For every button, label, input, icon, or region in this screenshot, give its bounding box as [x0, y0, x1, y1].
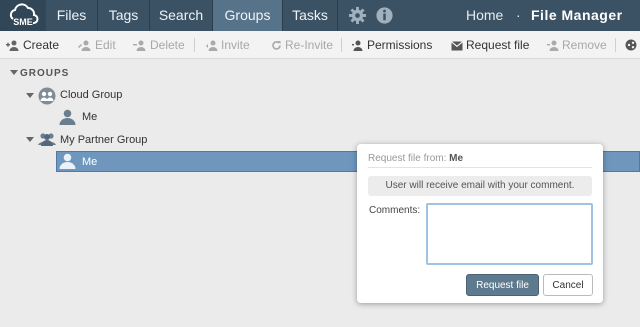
permissions-label: Permissions	[367, 38, 433, 52]
toolbar-divider	[615, 38, 616, 52]
groups-collapse-caret[interactable]	[10, 70, 18, 75]
app-title: File Manager	[531, 7, 623, 23]
reinvite-button[interactable]: Re-Invite	[271, 31, 333, 59]
permissions-icon	[352, 40, 363, 51]
request-file-button[interactable]: Request file	[451, 31, 529, 59]
title-separator: ·	[516, 7, 521, 23]
request-file-popover: Request file from: Me User will receive …	[357, 144, 603, 303]
group-users-icon	[38, 133, 56, 146]
tree-item-cloud-group[interactable]: Cloud Group	[60, 89, 122, 101]
edit-user-icon	[78, 40, 91, 51]
delete-label: Delete	[150, 38, 185, 52]
remove-label: Remove	[562, 38, 607, 52]
reinvite-label: Re-Invite	[285, 38, 334, 52]
cloud-group-caret[interactable]	[26, 93, 34, 98]
request-file-label: Request file	[466, 38, 530, 52]
popover-divider	[368, 167, 592, 168]
tree-item-member-me-selected[interactable]: Me	[82, 156, 97, 168]
tab-groups[interactable]: Groups	[213, 0, 283, 31]
delete-button[interactable]: Delete	[133, 31, 185, 59]
tab-files[interactable]: Files	[46, 0, 98, 31]
permissions-button[interactable]: Permissions	[352, 31, 432, 59]
add-user-icon	[6, 40, 19, 51]
invite-icon	[206, 40, 218, 51]
logo-text: SME	[13, 17, 33, 27]
user-icon	[59, 153, 76, 169]
tab-tasks[interactable]: Tasks	[283, 0, 338, 31]
groups-heading: GROUPS	[20, 68, 70, 79]
email-notice: User will receive email with your commen…	[368, 176, 592, 196]
tree-item-my-partner-group[interactable]: My Partner Group	[60, 134, 147, 146]
remove-user-icon	[133, 40, 146, 51]
edit-label: Edit	[95, 38, 116, 52]
tab-search[interactable]: Search	[150, 0, 213, 31]
home-link[interactable]: Home	[466, 0, 503, 31]
popover-title-prefix: Request file from:	[368, 153, 447, 164]
info-icon[interactable]	[375, 6, 394, 25]
invite-label: Invite	[221, 38, 250, 52]
envelope-icon	[451, 41, 463, 51]
gear-icon[interactable]	[348, 6, 367, 25]
group-avatar-icon	[38, 87, 56, 105]
remove-member-icon	[547, 40, 559, 51]
refresh-icon	[272, 41, 281, 50]
tree-item-member-me[interactable]: Me	[82, 111, 97, 123]
create-button[interactable]: Create	[6, 31, 59, 59]
edit-button[interactable]: Edit	[78, 31, 116, 59]
comments-textarea[interactable]	[426, 203, 593, 265]
toolbar-divider	[194, 38, 195, 52]
popover-title: Request file from: Me	[368, 153, 463, 164]
invite-button[interactable]: Invite	[206, 31, 250, 59]
partner-group-caret[interactable]	[26, 137, 34, 142]
remove-button[interactable]: Remove	[547, 31, 607, 59]
sme-logo[interactable]: SME	[0, 0, 46, 31]
comments-label: Comments:	[369, 205, 421, 216]
popover-title-recipient: Me	[449, 153, 464, 164]
request-file-submit-button[interactable]: Request file	[466, 274, 539, 296]
action-toolbar: Create Edit Delete Invite Re-Invite Perm…	[0, 31, 640, 59]
user-icon	[59, 109, 76, 125]
top-nav-bar: SME Files Tags Search Groups Tasks Home …	[0, 0, 640, 31]
cancel-button[interactable]: Cancel	[543, 274, 593, 296]
create-label: Create	[23, 38, 60, 52]
share-icon	[625, 39, 637, 51]
tab-tags[interactable]: Tags	[98, 0, 150, 31]
toolbar-divider	[341, 38, 342, 52]
share-button[interactable]	[625, 31, 640, 59]
